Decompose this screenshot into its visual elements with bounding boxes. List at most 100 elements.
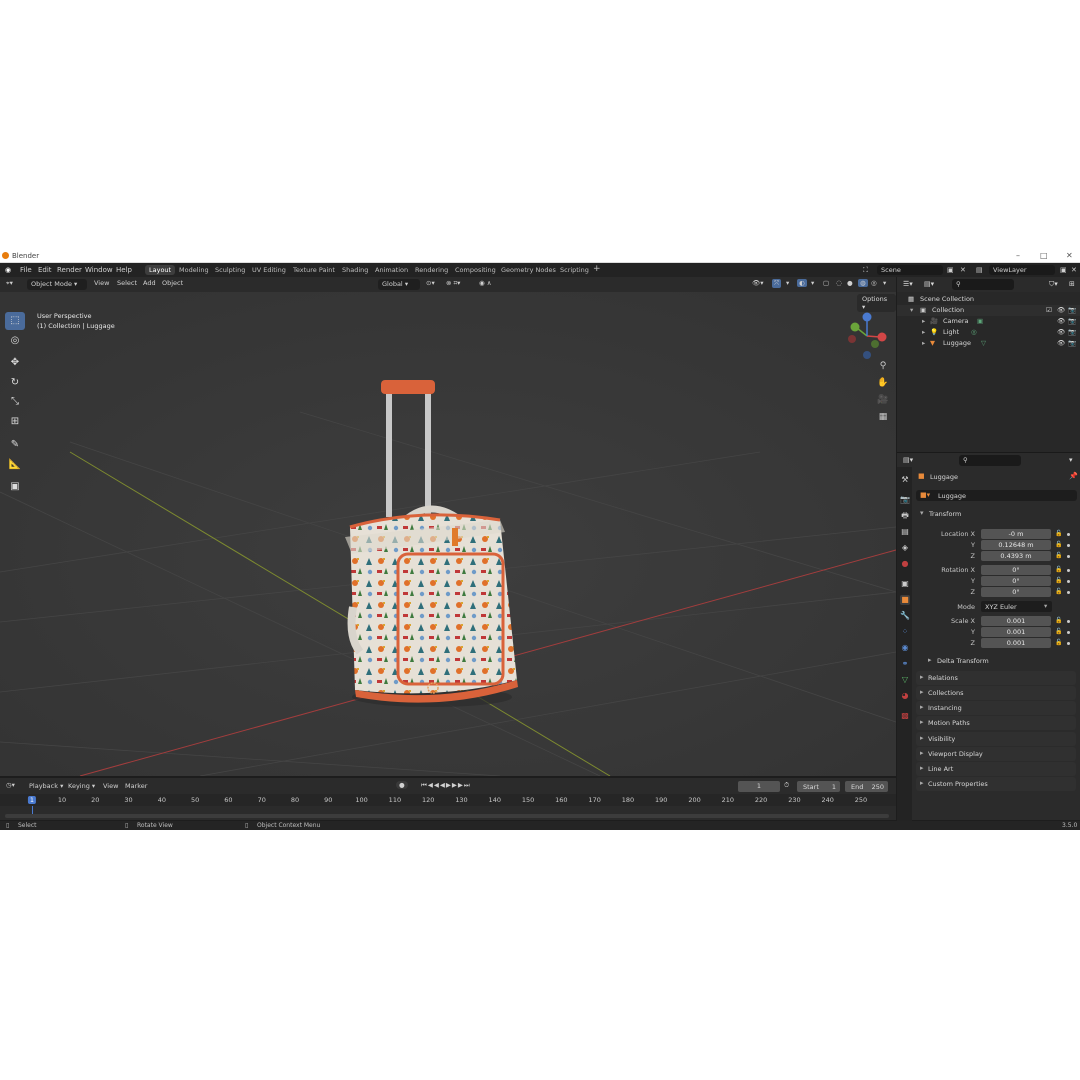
keyframe-dot[interactable]: [1067, 580, 1070, 583]
keyframe-dot[interactable]: [1067, 642, 1070, 645]
tab-sculpting[interactable]: Sculpting: [215, 266, 245, 274]
keying-menu[interactable]: Keying ▾: [68, 782, 95, 790]
pin-icon[interactable]: 📌: [1069, 472, 1078, 480]
location-y-field[interactable]: 0.12648 m: [981, 540, 1051, 550]
view-layer-copy-icon[interactable]: ▣: [1060, 266, 1067, 274]
keyframe-dot[interactable]: [1067, 569, 1070, 572]
panel-visibility[interactable]: ▸ Visibility: [916, 732, 1076, 746]
lock-icon[interactable]: 🔓: [1055, 566, 1062, 573]
transform-panel-header[interactable]: ▾ Transform: [916, 507, 1077, 521]
panel-instancing[interactable]: ▸ Instancing: [916, 701, 1076, 715]
tab-modeling[interactable]: Modeling: [179, 266, 209, 274]
pivot-point-icon[interactable]: ⊙▾: [426, 279, 435, 287]
lock-icon[interactable]: 🔓: [1055, 552, 1062, 559]
location-x-field[interactable]: -0 m: [981, 529, 1051, 539]
xray-icon[interactable]: ▢: [823, 279, 829, 287]
stopwatch-icon[interactable]: ⏱: [784, 781, 789, 790]
rotate-tool-icon[interactable]: ↻: [5, 374, 25, 392]
transform-orientation-dropdown[interactable]: Global ▾: [378, 279, 420, 290]
menu-edit[interactable]: Edit: [38, 266, 52, 274]
panel-relations[interactable]: ▸ Relations: [916, 671, 1076, 685]
perspective-grid-icon[interactable]: ▦: [877, 411, 889, 423]
scale-y-field[interactable]: 0.001: [981, 627, 1051, 637]
viewport-view-menu[interactable]: View: [94, 279, 109, 287]
current-frame-field[interactable]: 1: [738, 781, 780, 792]
keyframe-dot[interactable]: [1067, 591, 1070, 594]
visibility-eye-icon[interactable]: 👁: [1057, 306, 1065, 314]
modifier-tab-icon[interactable]: 🔧: [900, 611, 910, 621]
rotation-x-field[interactable]: 0°: [981, 565, 1051, 575]
lock-icon[interactable]: 🔓: [1055, 530, 1062, 537]
close-icon[interactable]: ✕: [1066, 251, 1073, 260]
scene-copy-icon[interactable]: ▣: [947, 266, 954, 274]
lock-icon[interactable]: 🔓: [1055, 588, 1062, 595]
render-camera-icon[interactable]: 📷: [1068, 339, 1076, 347]
world-tab-icon[interactable]: ●: [900, 559, 910, 569]
new-collection-icon[interactable]: ⊞: [1069, 280, 1075, 288]
move-tool-icon[interactable]: ✥: [5, 354, 25, 372]
timeline-view-menu[interactable]: View: [103, 782, 118, 790]
solid-shading-icon[interactable]: ●: [847, 279, 853, 287]
tab-animation[interactable]: Animation: [375, 266, 408, 274]
expand-arrow-icon[interactable]: ▸: [922, 328, 925, 336]
menu-window[interactable]: Window: [85, 266, 113, 274]
menu-render[interactable]: Render: [57, 266, 82, 274]
maximize-icon[interactable]: □: [1040, 251, 1048, 260]
scale-x-field[interactable]: 0.001: [981, 616, 1051, 626]
particles-tab-icon[interactable]: ⁘: [900, 627, 910, 637]
add-workspace-icon[interactable]: +: [593, 264, 601, 274]
outliner-collection[interactable]: ▾ ▣ Collection ☑ 👁 📷: [897, 305, 1080, 316]
panel-viewport-display[interactable]: ▸ Viewport Display: [916, 747, 1076, 761]
gizmo-dropdown-icon[interactable]: ▾: [786, 279, 789, 287]
tab-rendering[interactable]: Rendering: [415, 266, 448, 274]
outliner-search-input[interactable]: ⚲: [952, 279, 1014, 290]
cursor-tool-icon[interactable]: ◎: [5, 332, 25, 350]
snap-icon[interactable]: ⊗ ⌗▾: [446, 279, 460, 288]
keyframe-dot[interactable]: [1067, 555, 1070, 558]
playback-menu[interactable]: Playback ▾: [29, 782, 63, 790]
lock-icon[interactable]: 🔓: [1055, 628, 1062, 635]
tool-tab-icon[interactable]: ⚒: [900, 475, 910, 485]
render-camera-icon[interactable]: 📷: [1068, 317, 1076, 325]
expand-arrow-icon[interactable]: ▸: [922, 339, 925, 347]
visibility-eye-icon[interactable]: 👁: [1057, 339, 1065, 347]
outliner-editor-icon[interactable]: ☰▾: [903, 280, 913, 288]
keyframe-dot[interactable]: [1067, 620, 1070, 623]
filter-icon[interactable]: ⛉▾: [1049, 280, 1058, 289]
outliner-item-luggage[interactable]: ▸ ▼ Luggage ▽ 👁 📷: [897, 338, 1080, 349]
3d-viewport[interactable]: ⬚ ◎ ✥ ↻ ⤡ ⊞ ✎ 📐 ▣ User Perspective (1) C…: [0, 292, 896, 776]
scale-z-field[interactable]: 0.001: [981, 638, 1051, 648]
outliner-scene-collection[interactable]: ▦ Scene Collection: [897, 294, 1080, 305]
constraints-tab-icon[interactable]: ⚭: [900, 659, 910, 669]
zoom-icon[interactable]: ⚲: [877, 360, 889, 372]
material-preview-icon[interactable]: ◍: [858, 279, 868, 287]
view-layer-close-icon[interactable]: ✕: [1071, 266, 1077, 274]
panel-collections[interactable]: ▸ Collections: [916, 686, 1076, 700]
material-tab-icon[interactable]: ◕: [900, 691, 910, 701]
tab-layout[interactable]: Layout: [145, 265, 176, 275]
lock-icon[interactable]: 🔓: [1055, 577, 1062, 584]
playback-controls-icon[interactable]: ⏮◀◀◀▶▶▶⏭: [421, 781, 471, 790]
exclude-checkbox-icon[interactable]: ☑: [1046, 306, 1052, 314]
viewport-add-menu[interactable]: Add: [143, 279, 156, 287]
object-name-field[interactable]: ■▾ Luggage: [916, 490, 1077, 501]
properties-editor-icon[interactable]: ▤▾: [903, 456, 913, 464]
wireframe-shading-icon[interactable]: ◌: [836, 279, 842, 287]
lock-icon[interactable]: 🔓: [1055, 541, 1062, 548]
visibility-icon[interactable]: 👁▾: [752, 279, 764, 287]
rotation-mode-dropdown[interactable]: XYZ Euler ▾: [981, 601, 1052, 612]
render-camera-icon[interactable]: 📷: [1068, 306, 1076, 314]
transform-tool-icon[interactable]: ⊞: [5, 413, 25, 431]
scene-selector[interactable]: Scene: [877, 265, 943, 275]
scene-tab-icon[interactable]: ◈: [900, 543, 910, 553]
viewport-select-menu[interactable]: Select: [117, 279, 137, 287]
panel-custom-properties[interactable]: ▸ Custom Properties: [916, 777, 1076, 791]
tab-texture-paint[interactable]: Texture Paint: [293, 266, 335, 274]
expand-arrow-icon[interactable]: ▾: [910, 306, 913, 314]
render-camera-icon[interactable]: 📷: [1068, 328, 1076, 336]
rendered-shading-icon[interactable]: ◎: [871, 279, 877, 287]
lock-icon[interactable]: 🔓: [1055, 639, 1062, 646]
overlays-toggle-icon[interactable]: ◐: [797, 279, 807, 287]
panel-line-art[interactable]: ▸ Line Art: [916, 762, 1076, 776]
visibility-eye-icon[interactable]: 👁: [1057, 328, 1065, 336]
